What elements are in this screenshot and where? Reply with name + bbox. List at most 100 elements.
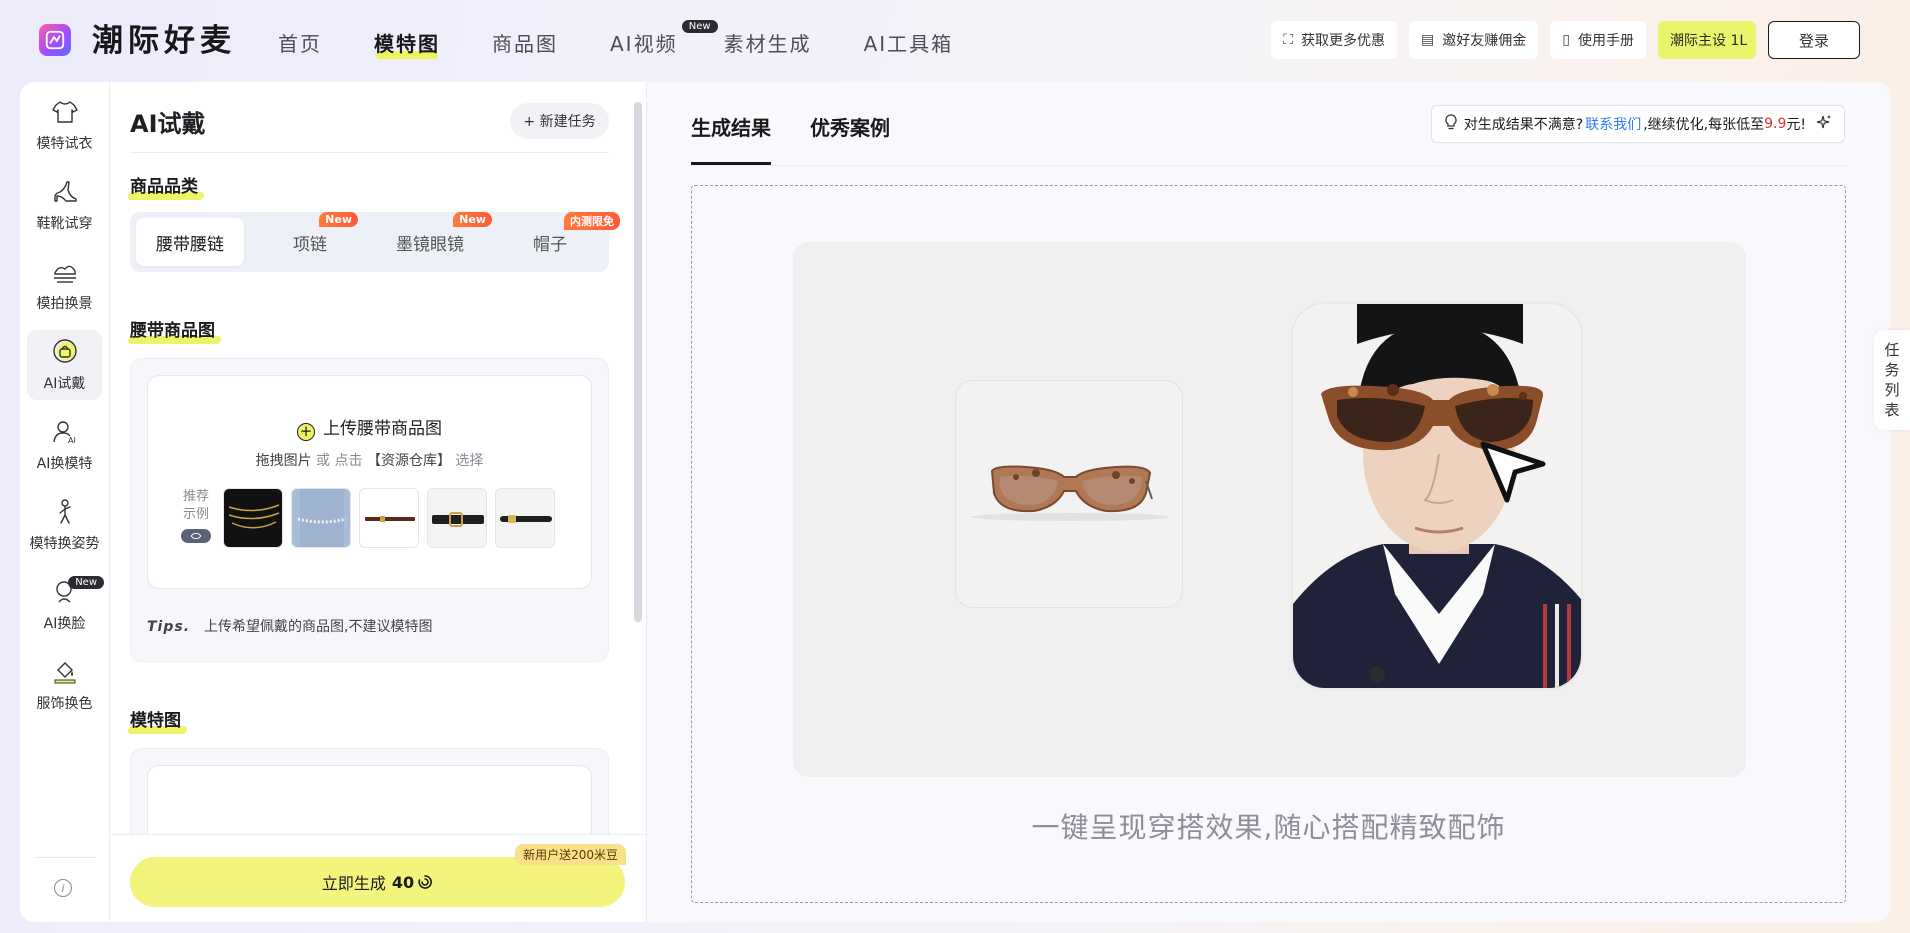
nav-product-image[interactable]: 商品图: [492, 28, 558, 57]
coins-icon: ▤: [1421, 32, 1435, 48]
rail-label: AI换模特: [36, 456, 93, 472]
rail-item-face-swap[interactable]: AI换脸 New: [27, 570, 104, 640]
rail-label: AI试戴: [43, 376, 86, 392]
rail-item-pose-swap[interactable]: 模特换姿势: [27, 490, 102, 560]
price-value: 9.9: [1764, 116, 1787, 132]
feedback-notice: 对生成结果不满意? 联系我们 ,继续优化,每张低至 9.9 元!: [1430, 105, 1845, 143]
tab-results[interactable]: 生成结果: [691, 112, 771, 141]
sample-thumb-chain-belt[interactable]: [223, 488, 283, 548]
tips-text: 上传希望佩戴的商品图,不建议模特图: [204, 619, 433, 635]
manual-label: 使用手册: [1578, 33, 1634, 49]
app-name[interactable]: 潮际好麦: [92, 21, 236, 61]
book-icon: ▯: [1562, 32, 1570, 48]
sample-label: 推荐示例: [178, 488, 214, 543]
rail-item-model-tryon[interactable]: 模特试衣: [27, 90, 102, 160]
new-badge: New: [319, 212, 358, 227]
divider: [691, 165, 1846, 166]
pose-icon: [58, 499, 71, 524]
nav-ai-video-label: AI视频: [610, 31, 678, 56]
tab-belt[interactable]: 腰带腰链: [136, 218, 244, 266]
generate-footer: 立即生成 40 新用户送200米豆: [111, 834, 646, 922]
plus-circle-icon: +: [297, 423, 315, 441]
tab-label: 墨镜眼镜: [396, 234, 464, 255]
demo-illustration: [793, 242, 1746, 777]
category-tabs: 腰带腰链 项链 New 墨镜眼镜 New 帽子 内测限免: [130, 212, 620, 272]
upload-title[interactable]: + 上传腰带商品图: [148, 414, 591, 441]
tab-sunglasses[interactable]: 墨镜眼镜 New: [376, 212, 492, 266]
rail-label: 模特换姿势: [29, 536, 100, 552]
tab-hat[interactable]: 帽子 内测限免: [496, 212, 620, 266]
svg-text:AI: AI: [68, 436, 76, 445]
offers-button[interactable]: ⛶ 获取更多优惠: [1271, 21, 1398, 59]
accessory-icon: [52, 339, 77, 363]
new-user-promo-badge: 新用户送200米豆: [515, 844, 626, 865]
logo-icon[interactable]: [39, 24, 71, 56]
beta-free-badge: 内测限免: [564, 212, 620, 230]
coin-swirl-icon: [418, 875, 433, 889]
task-list-label: 任务列表: [1884, 341, 1900, 419]
task-list-tab[interactable]: 任务列表: [1874, 330, 1910, 430]
rail-divider: [34, 857, 96, 858]
high-heel-icon: [53, 181, 77, 202]
rail-item-ai-model-swap[interactable]: AI AI换模特: [27, 410, 102, 480]
generate-cost: 40: [391, 872, 415, 892]
section-title-product: 腰带商品图: [130, 321, 215, 341]
result-dropzone: 一键呈现穿搭效果,随心搭配精致配饰: [691, 185, 1846, 903]
rail-label: 模特试衣: [36, 136, 93, 152]
tab-showcase[interactable]: 优秀案例: [810, 112, 890, 141]
contact-us-link[interactable]: 联系我们: [1585, 114, 1641, 134]
offers-label: 获取更多优惠: [1301, 33, 1386, 49]
invite-button[interactable]: ▤ 邀好友赚佣金: [1409, 21, 1539, 59]
sample-thumb-pearl-belt[interactable]: [291, 488, 351, 548]
tab-label: 腰带腰链: [156, 234, 224, 255]
login-button[interactable]: 登录: [1768, 21, 1860, 59]
sample-images: 推荐示例: [178, 488, 563, 550]
tool-rail: 模特试衣 鞋靴试穿 模拍换景 AI试戴 AI AI换模特 模特换姿势 AI换脸 …: [20, 82, 110, 922]
new-badge: New: [68, 576, 104, 589]
theme-button[interactable]: 潮际主设 1L: [1658, 21, 1756, 59]
nav-home[interactable]: 首页: [278, 28, 322, 57]
tab-necklace[interactable]: 项链 New: [256, 212, 364, 266]
rail-item-scene-swap[interactable]: 模拍换景: [27, 250, 102, 320]
top-bar: 潮际好麦 首页 模特图 商品图 AI视频 New 素材生成 AI工具箱 ⛶ 获取…: [0, 0, 1910, 82]
new-badge: New: [681, 19, 718, 33]
sample-thumb-thin-belt[interactable]: [359, 488, 419, 548]
sunglasses-product-image: [955, 380, 1183, 608]
main-card: 模特试衣 鞋靴试穿 模拍换景 AI试戴 AI AI换模特 模特换姿势 AI换脸 …: [20, 82, 1890, 922]
divider: [130, 152, 609, 153]
config-panel: AI试戴 + 新建任务 商品品类 腰带腰链 项链 New 墨镜眼镜 New 帽子…: [111, 82, 646, 922]
resource-repo-link[interactable]: 【资源仓库】: [367, 453, 451, 469]
rail-item-color-swap[interactable]: 服饰换色: [27, 650, 102, 720]
tab-label: 帽子: [533, 234, 567, 255]
scene-icon: [53, 265, 76, 283]
rail-item-shoe-tryon[interactable]: 鞋靴试穿: [27, 170, 102, 240]
top-actions: ⛶ 获取更多优惠 ▤ 邀好友赚佣金 ▯ 使用手册 潮际主设 1L 登录: [1259, 21, 1860, 59]
tips-label: Tips.: [147, 619, 191, 635]
product-upload-section: + 上传腰带商品图 拖拽图片 或 点击 【资源仓库】 选择 推荐示例 Tips.…: [130, 358, 609, 662]
ai-model-icon: AI: [52, 421, 76, 445]
sample-thumb-gold-buckle-belt[interactable]: [495, 488, 555, 548]
section-title-category: 商品品类: [130, 177, 198, 197]
product-upload-dropzone[interactable]: + 上传腰带商品图 拖拽图片 或 点击 【资源仓库】 选择 推荐示例: [147, 375, 592, 589]
main-nav: 首页 模特图 商品图 AI视频 New 素材生成 AI工具箱: [278, 19, 1005, 59]
rail-label: 服饰换色: [36, 696, 93, 712]
info-icon[interactable]: i: [54, 879, 72, 897]
nav-material-gen[interactable]: 素材生成: [724, 28, 812, 57]
rail-label: 鞋靴试穿: [36, 216, 93, 232]
sample-thumb-black-belt[interactable]: [427, 488, 487, 548]
manual-button[interactable]: ▯ 使用手册: [1550, 21, 1646, 59]
tab-label: 项链: [293, 234, 327, 255]
panel-scrollbar[interactable]: [634, 102, 642, 622]
result-area: 生成结果 优秀案例 对生成结果不满意? 联系我们 ,继续优化,每张低至 9.9 …: [646, 82, 1890, 922]
model-with-sunglasses-image: [1291, 302, 1583, 690]
new-task-button[interactable]: + 新建任务: [510, 103, 609, 139]
nav-model-image[interactable]: 模特图: [374, 28, 440, 59]
paint-bucket-icon: [54, 662, 75, 684]
rail-item-ai-tryon[interactable]: AI试戴: [27, 330, 102, 400]
invite-label: 邀好友赚佣金: [1442, 33, 1527, 49]
theme-label: 潮际主设 1L: [1670, 33, 1748, 49]
nav-ai-video[interactable]: AI视频 New: [610, 19, 718, 57]
generate-label: 立即生成: [321, 874, 386, 893]
eye-icon[interactable]: [181, 529, 211, 543]
nav-ai-toolbox[interactable]: AI工具箱: [864, 28, 954, 57]
